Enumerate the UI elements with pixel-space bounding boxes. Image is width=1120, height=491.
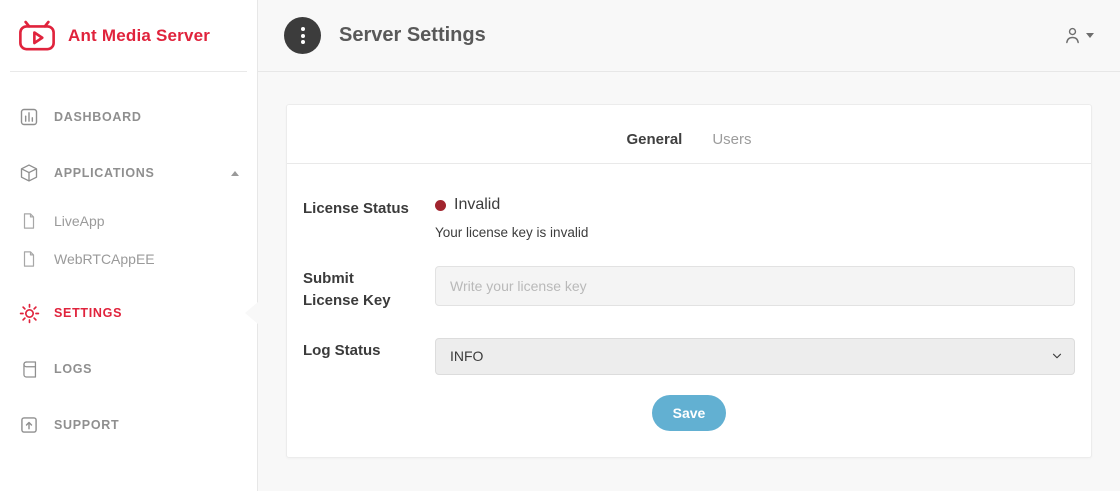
ant-media-logo-icon <box>16 18 58 54</box>
logs-icon <box>18 360 40 379</box>
license-status-value: Invalid <box>454 196 500 214</box>
chevron-up-icon <box>231 171 239 176</box>
sidebar-item-support[interactable]: SUPPORT <box>0 404 257 446</box>
chevron-down-icon <box>1086 33 1094 38</box>
license-status-message: Your license key is invalid <box>435 225 1075 240</box>
license-key-row: Submit License Key <box>303 266 1075 312</box>
sidebar-item-logs[interactable]: LOGS <box>0 348 257 390</box>
main-area: Server Settings General Users Lice <box>258 0 1120 491</box>
settings-tabs: General Users <box>287 105 1091 163</box>
sidebar-item-label: LOGS <box>54 362 92 376</box>
sidebar-item-label: SUPPORT <box>54 418 119 432</box>
user-icon <box>1062 25 1083 46</box>
active-item-arrow <box>245 302 258 324</box>
sidebar: Ant Media Server DASHBOARD <box>0 0 258 491</box>
top-bar: Server Settings <box>258 0 1120 72</box>
license-key-label: Submit License Key <box>303 266 435 312</box>
tab-users[interactable]: Users <box>712 131 751 148</box>
user-menu-button[interactable] <box>1062 25 1094 46</box>
sidebar-item-settings[interactable]: SETTINGS <box>0 292 257 334</box>
sidebar-item-webrtcappee[interactable]: WebRTCAppEE <box>0 240 257 278</box>
log-status-row: Log Status INFO <box>303 338 1075 375</box>
file-icon <box>18 212 40 230</box>
gear-icon <box>18 303 40 324</box>
save-button[interactable]: Save <box>652 395 727 431</box>
sidebar-item-dashboard[interactable]: DASHBOARD <box>0 96 257 138</box>
kebab-menu-button[interactable] <box>284 17 321 54</box>
support-box-icon <box>18 415 40 435</box>
sidebar-menu: DASHBOARD APPLICATIONS <box>0 72 257 446</box>
general-settings-form: License Status Invalid Your license key … <box>287 164 1091 457</box>
settings-card: General Users License Status Invalid You… <box>286 104 1092 458</box>
sidebar-item-label: WebRTCAppEE <box>54 251 155 267</box>
license-status-row: License Status Invalid Your license key … <box>303 196 1075 240</box>
dashboard-icon <box>18 107 40 127</box>
page-title: Server Settings <box>339 24 486 47</box>
log-status-label: Log Status <box>303 338 435 375</box>
file-icon <box>18 250 40 268</box>
log-status-select[interactable]: INFO <box>435 338 1075 375</box>
sidebar-item-label: SETTINGS <box>54 306 122 320</box>
app-window: Ant Media Server DASHBOARD <box>0 0 1120 491</box>
applications-icon <box>18 163 40 183</box>
sidebar-item-label: APPLICATIONS <box>54 166 155 180</box>
tab-general[interactable]: General <box>626 131 682 148</box>
brand-name: Ant Media Server <box>68 26 210 46</box>
brand-logo[interactable]: Ant Media Server <box>0 0 257 71</box>
sidebar-item-label: LiveApp <box>54 213 105 229</box>
sidebar-item-label: DASHBOARD <box>54 110 142 124</box>
sidebar-item-applications[interactable]: APPLICATIONS <box>0 152 257 194</box>
status-dot-icon <box>435 200 446 211</box>
license-status-label: License Status <box>303 196 435 240</box>
license-key-input[interactable] <box>435 266 1075 306</box>
license-status-value-line: Invalid <box>435 196 1075 214</box>
sidebar-item-liveapp[interactable]: LiveApp <box>0 202 257 240</box>
